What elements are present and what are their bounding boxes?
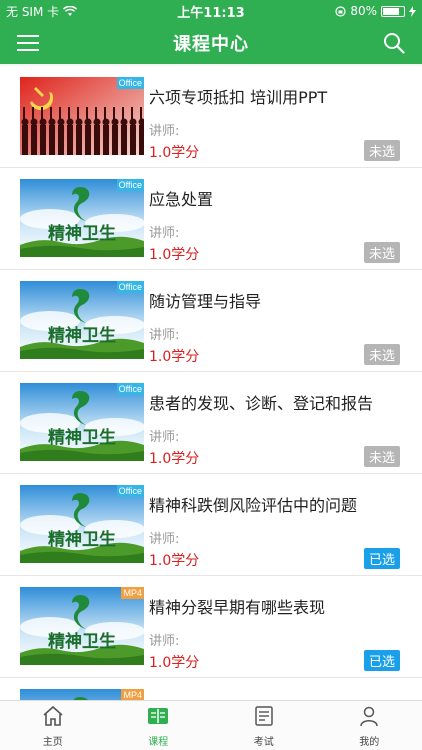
lecturer-label: 讲师: xyxy=(149,226,180,241)
charging-icon xyxy=(408,5,416,17)
home-icon xyxy=(41,704,65,731)
selection-status-badge[interactable]: 未选 xyxy=(363,140,400,161)
lecturer-label: 讲师: xyxy=(149,634,180,649)
status-time: 上午11:13 xyxy=(177,5,245,21)
navbar: 课程中心 xyxy=(0,22,422,64)
course-credit: 1.0学分 xyxy=(149,145,200,161)
svg-text:精神卫生: 精神卫生 xyxy=(48,427,116,448)
lecturer-label: 讲师: xyxy=(149,532,180,547)
course-list: Office 六项专项抵扣 培训用PPT 讲师: 1.0学分 未选 精神卫生 Office 应… xyxy=(0,66,422,700)
course-thumbnail: Office xyxy=(20,77,144,155)
selection-status-badge[interactable]: 未选 xyxy=(363,446,400,467)
tab-bar: 主页 课程 考试 我的 xyxy=(0,700,422,750)
battery-percent: 80% xyxy=(350,4,377,18)
search-icon xyxy=(384,33,405,54)
tab-label: 我的 xyxy=(359,736,380,748)
svg-text:精神卫生: 精神卫生 xyxy=(48,631,116,652)
course-title: 六项专项抵扣 培训用PPT xyxy=(149,88,328,107)
screen: 无 SIM 卡 上午11:13 80% 课程中心 Office 六项专项抵扣 培… xyxy=(0,0,422,750)
format-tag: Office xyxy=(116,281,144,293)
menu-icon xyxy=(17,35,39,51)
course-thumbnail: 精神卫生MP4 xyxy=(20,689,144,700)
tab-label: 主页 xyxy=(42,736,63,748)
menu-button[interactable] xyxy=(14,29,42,57)
tab-profile[interactable]: 我的 xyxy=(317,701,422,750)
course-item[interactable]: 精神卫生 Office 患者的发现、诊断、登记和报告讲师: 1.0学分 未选 xyxy=(0,372,422,474)
battery-icon xyxy=(380,5,405,17)
selection-status-badge[interactable]: 未选 xyxy=(363,242,400,263)
svg-text:精神卫生: 精神卫生 xyxy=(48,325,116,346)
format-tag: Office xyxy=(116,179,144,191)
profile-icon xyxy=(357,704,381,731)
lecturer-label: 讲师: xyxy=(149,328,180,343)
course-title: 精神科跌倒风险评估中的问题 xyxy=(149,496,358,515)
tab-label: 课程 xyxy=(148,736,169,748)
course-credit: 1.0学分 xyxy=(149,451,200,467)
lecturer-label: 讲师: xyxy=(149,430,180,445)
svg-text:精神卫生: 精神卫生 xyxy=(48,223,116,244)
tab-exam[interactable]: 考试 xyxy=(211,701,317,750)
tab-book[interactable]: 课程 xyxy=(106,701,212,750)
format-tag: Office xyxy=(116,77,144,89)
course-item[interactable]: 精神卫生 MP4 精神分裂早期有哪些表现讲师: 1.0学分 已选 xyxy=(0,576,422,678)
selection-status-badge[interactable]: 已选 xyxy=(363,650,400,671)
search-button[interactable] xyxy=(380,29,408,57)
course-thumbnail: 精神卫生 Office xyxy=(20,383,144,461)
lecturer-label: 讲师: xyxy=(149,124,180,139)
svg-text:精神卫生: 精神卫生 xyxy=(48,529,116,550)
course-title: 随访管理与指导 xyxy=(149,292,262,311)
course-credit: 1.0学分 xyxy=(149,655,200,671)
format-tag: MP4 xyxy=(121,689,144,700)
course-title: 患者的发现、诊断、登记和报告 xyxy=(149,394,374,413)
exam-icon xyxy=(252,704,276,731)
course-thumbnail: 精神卫生 Office xyxy=(20,485,144,563)
page-title: 课程中心 xyxy=(173,34,249,55)
selection-status-badge[interactable]: 未选 xyxy=(363,344,400,365)
course-credit: 1.0学分 xyxy=(149,349,200,365)
course-thumbnail: 精神卫生 Office xyxy=(20,281,144,359)
course-item[interactable]: 精神卫生MP4青少年精神分裂症康复后可以学习 xyxy=(0,678,422,700)
selection-status-badge[interactable]: 已选 xyxy=(363,548,400,569)
course-credit: 1.0学分 xyxy=(149,247,200,263)
course-thumbnail: 精神卫生 Office xyxy=(20,179,144,257)
course-title: 精神分裂早期有哪些表现 xyxy=(149,598,326,617)
wifi-icon xyxy=(63,5,78,16)
format-tag: Office xyxy=(116,383,144,395)
course-item[interactable]: Office 六项专项抵扣 培训用PPT 讲师: 1.0学分 未选 xyxy=(0,66,422,168)
course-item[interactable]: 精神卫生 Office 应急处置讲师: 1.0学分 未选 xyxy=(0,168,422,270)
header: 无 SIM 卡 上午11:13 80% 课程中心 xyxy=(0,0,422,64)
format-tag: MP4 xyxy=(121,587,144,599)
tab-home[interactable]: 主页 xyxy=(0,701,106,750)
course-item[interactable]: 精神卫生 Office 随访管理与指导讲师: 1.0学分 未选 xyxy=(0,270,422,372)
orientation-lock-icon xyxy=(335,5,346,17)
course-credit: 1.0学分 xyxy=(149,553,200,569)
tab-label: 考试 xyxy=(253,736,274,748)
course-thumbnail: 精神卫生 MP4 xyxy=(20,587,144,665)
book-icon xyxy=(146,704,170,731)
format-tag: Office xyxy=(116,485,144,497)
status-bar: 无 SIM 卡 上午11:13 80% xyxy=(0,0,422,22)
carrier-label: 无 SIM 卡 xyxy=(6,4,60,19)
course-item[interactable]: 精神卫生 Office 精神科跌倒风险评估中的问题讲师: 1.0学分 已选 xyxy=(0,474,422,576)
course-title: 应急处置 xyxy=(149,190,214,209)
